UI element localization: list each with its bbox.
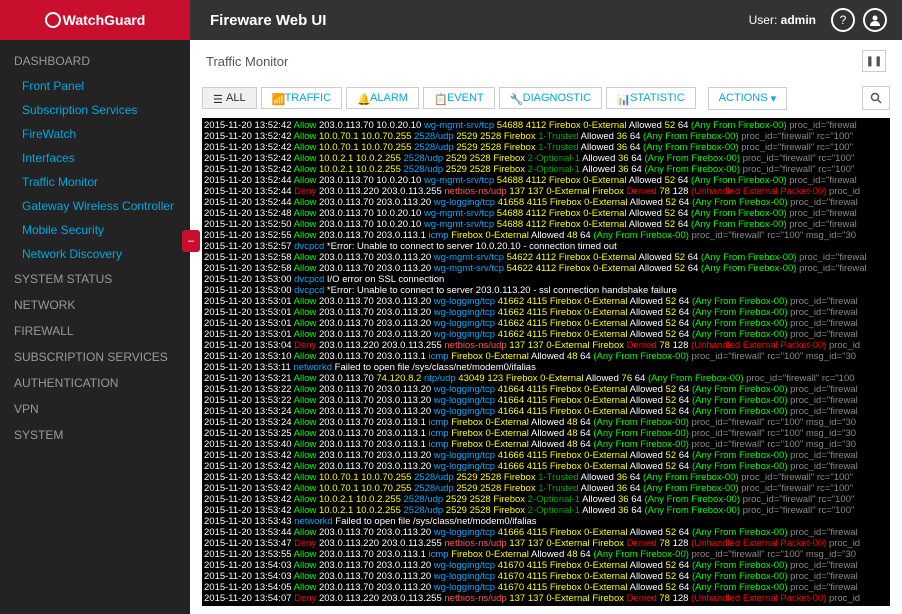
sidebar-toggle[interactable]: – [182, 230, 200, 252]
sidebar-item[interactable]: Front Panel [0, 74, 190, 98]
log-line: 2015-11-20 13:53:42 Allow 10.0.2.1 10.0.… [204, 494, 888, 505]
search-button[interactable] [862, 86, 890, 110]
log-line: 2015-11-20 13:52:42 Allow 10.0.2.1 10.0.… [204, 153, 888, 164]
log-line: 2015-11-20 13:52:42 Allow 203.0.113.70 1… [204, 120, 888, 131]
sidebar-item[interactable]: Traffic Monitor [0, 170, 190, 194]
log-line: 2015-11-20 13:53:42 Allow 10.0.70.1 10.0… [204, 472, 888, 483]
log-line: 2015-11-20 13:53:24 Allow 203.0.113.70 2… [204, 406, 888, 417]
sidebar-section-header[interactable]: NETWORK [0, 292, 190, 318]
log-line: 2015-11-20 13:53:04 Deny 203.0.113.220 2… [204, 340, 888, 351]
user-icon[interactable] [863, 8, 887, 32]
log-line: 2015-11-20 13:53:01 Allow 203.0.113.70 2… [204, 318, 888, 329]
log-line: 2015-11-20 13:53:42 Allow 203.0.113.70 2… [204, 450, 888, 461]
log-line: 2015-11-20 13:53:42 Allow 203.0.113.70 2… [204, 461, 888, 472]
tab-icon: 📶 [272, 93, 282, 103]
log-line: 2015-11-20 13:52:58 Allow 203.0.113.70 2… [204, 252, 888, 263]
log-viewer[interactable]: 2015-11-20 13:52:42 Allow 203.0.113.70 1… [202, 118, 890, 606]
log-line: 2015-11-20 13:53:24 Allow 203.0.113.70 2… [204, 417, 888, 428]
log-line: 2015-11-20 13:54:05 Allow 203.0.113.70 2… [204, 582, 888, 593]
tab-icon: 📊 [617, 93, 627, 103]
logo-text: WatchGuard [63, 12, 146, 28]
toolbar: ☰ALL📶TRAFFIC🔔ALARM📋EVENT🔧DIAGNOSTIC📊STAT… [190, 82, 902, 114]
tab-event[interactable]: 📋EVENT [423, 87, 495, 109]
log-line: 2015-11-20 13:53:01 Allow 203.0.113.70 2… [204, 329, 888, 340]
log-line: 2015-11-20 13:53:10 Allow 203.0.113.70 2… [204, 351, 888, 362]
log-line: 2015-11-20 13:52:50 Allow 203.0.113.70 1… [204, 219, 888, 230]
log-line: 2015-11-20 13:53:22 Allow 203.0.113.70 2… [204, 384, 888, 395]
pause-button[interactable]: ❚❚ [862, 50, 886, 72]
tab-statistic[interactable]: 📊STATISTIC [606, 87, 696, 109]
search-icon [870, 92, 882, 104]
app-title: Fireware Web UI [210, 12, 326, 29]
sidebar-item[interactable]: Mobile Security [0, 218, 190, 242]
log-line: 2015-11-20 13:53:01 Allow 203.0.113.70 2… [204, 307, 888, 318]
log-line: 2015-11-20 13:53:00 dvcpcd I/O error on … [204, 274, 888, 285]
sidebar-section-header[interactable]: SYSTEM [0, 422, 190, 448]
tab-icon: 🔧 [510, 93, 520, 103]
log-line: 2015-11-20 13:53:47 Deny 203.0.113.220 2… [204, 538, 888, 549]
log-line: 2015-11-20 13:52:55 Allow 203.0.113.70 2… [204, 230, 888, 241]
log-line: 2015-11-20 13:53:25 Allow 203.0.113.70 2… [204, 428, 888, 439]
log-line: 2015-11-20 13:53:42 Allow 10.0.70.1 10.0… [204, 483, 888, 494]
log-line: 2015-11-20 13:53:11 networkd Failed to o… [204, 362, 888, 373]
log-line: 2015-11-20 13:52:58 Allow 203.0.113.70 2… [204, 263, 888, 274]
user-label: User: admin [749, 13, 816, 27]
sidebar-section-header[interactable]: AUTHENTICATION [0, 370, 190, 396]
help-icon[interactable]: ? [831, 8, 855, 32]
log-line: 2015-11-20 13:52:57 dvcpcd *Error: Unabl… [204, 241, 888, 252]
watchguard-icon [45, 12, 61, 28]
log-line: 2015-11-20 13:53:01 Allow 203.0.113.70 2… [204, 296, 888, 307]
log-line: 2015-11-20 13:52:44 Allow 203.0.113.70 2… [204, 197, 888, 208]
log-line: 2015-11-20 13:52:44 Allow 203.0.113.70 1… [204, 175, 888, 186]
tab-icon: 📋 [434, 93, 444, 103]
log-line: 2015-11-20 13:53:44 Allow 203.0.113.70 2… [204, 527, 888, 538]
log-line: 2015-11-20 13:53:43 networkd Failed to o… [204, 516, 888, 527]
log-line: 2015-11-20 13:54:03 Allow 203.0.113.70 2… [204, 571, 888, 582]
sidebar-item[interactable]: Subscription Services [0, 98, 190, 122]
tab-alarm[interactable]: 🔔ALARM [346, 87, 419, 109]
page-header: Traffic Monitor ❚❚ [190, 40, 902, 82]
log-line: 2015-11-20 13:53:55 Allow 203.0.113.70 2… [204, 549, 888, 560]
tab-icon: ☰ [213, 93, 223, 103]
top-bar: WatchGuard Fireware Web UI User: admin ? [0, 0, 902, 40]
log-line: 2015-11-20 13:52:42 Allow 10.0.2.1 10.0.… [204, 164, 888, 175]
sidebar-item[interactable]: Network Discovery [0, 242, 190, 266]
actions-button[interactable]: ACTIONS ▾ [708, 87, 787, 110]
log-line: 2015-11-20 13:53:21 Allow 203.0.113.70 7… [204, 373, 888, 384]
log-line: 2015-11-20 13:52:42 Allow 10.0.70.1 10.0… [204, 131, 888, 142]
tab-traffic[interactable]: 📶TRAFFIC [261, 87, 342, 109]
log-line: 2015-11-20 13:53:22 Allow 203.0.113.70 2… [204, 395, 888, 406]
content: Traffic Monitor ❚❚ ☰ALL📶TRAFFIC🔔ALARM📋EV… [190, 40, 902, 614]
sidebar-section-header[interactable]: SUBSCRIPTION SERVICES [0, 344, 190, 370]
log-line: 2015-11-20 13:53:42 Allow 10.0.2.1 10.0.… [204, 505, 888, 516]
tab-icon: 🔔 [357, 93, 367, 103]
tab-all[interactable]: ☰ALL [202, 87, 257, 109]
log-line: 2015-11-20 13:54:03 Allow 203.0.113.70 2… [204, 560, 888, 571]
tab-diagnostic[interactable]: 🔧DIAGNOSTIC [499, 87, 602, 109]
log-line: 2015-11-20 13:52:42 Allow 10.0.70.1 10.0… [204, 142, 888, 153]
log-line: 2015-11-20 13:54:07 Deny 203.0.113.220 2… [204, 593, 888, 604]
page-title: Traffic Monitor [206, 54, 288, 69]
log-line: 2015-11-20 13:53:40 Allow 203.0.113.70 2… [204, 439, 888, 450]
log-line: 2015-11-20 13:52:44 Deny 203.0.113.220 2… [204, 186, 888, 197]
log-line: 2015-11-20 13:52:48 Allow 203.0.113.70 1… [204, 208, 888, 219]
sidebar-item[interactable]: FireWatch [0, 122, 190, 146]
sidebar-section-header[interactable]: DASHBOARD [0, 48, 190, 74]
log-line: 2015-11-20 13:53:00 dvcpcd *Error: Unabl… [204, 285, 888, 296]
sidebar-section-header[interactable]: FIREWALL [0, 318, 190, 344]
sidebar: DASHBOARDFront PanelSubscription Service… [0, 40, 190, 614]
chevron-down-icon: ▾ [771, 92, 777, 105]
logo: WatchGuard [0, 0, 190, 40]
sidebar-section-header[interactable]: SYSTEM STATUS [0, 266, 190, 292]
sidebar-item[interactable]: Gateway Wireless Controller [0, 194, 190, 218]
sidebar-item[interactable]: Interfaces [0, 146, 190, 170]
sidebar-section-header[interactable]: VPN [0, 396, 190, 422]
